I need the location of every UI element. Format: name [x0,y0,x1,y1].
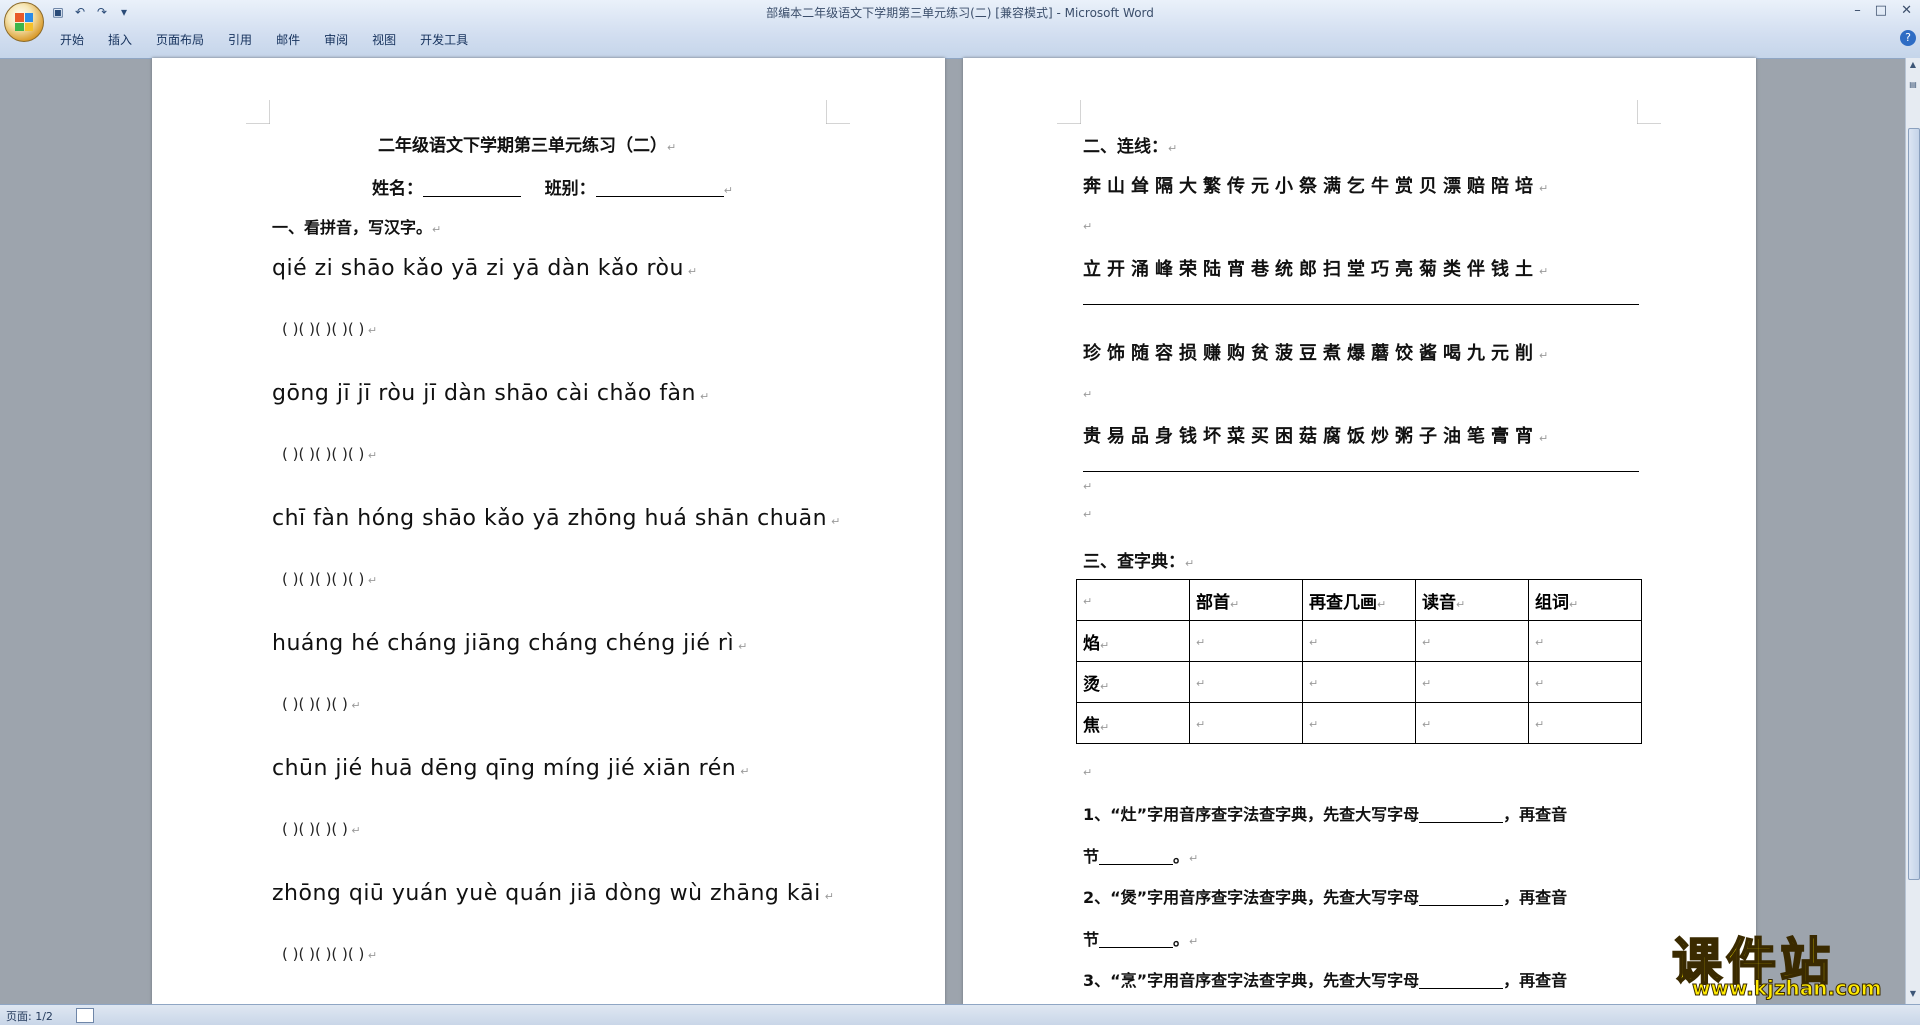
section-heading-3: 三、查字典：↵ [1083,552,1195,572]
class-blank[interactable] [595,179,724,197]
table-cell[interactable]: ↵ [1415,620,1529,662]
name-label: 姓名： [372,179,423,199]
close-icon[interactable]: ✕ [1901,3,1912,18]
minimize-icon[interactable]: – [1854,3,1861,18]
question-2-cont: 节。↵ [1083,930,1199,949]
table-row-label[interactable]: 焰↵ [1076,620,1190,662]
table-cell[interactable]: ↵ [1302,702,1416,744]
class-label: 班别： [544,179,596,199]
paragraph-mark: ↵ [1083,480,1093,493]
question-1: 1、“灶”字用音序查字法查字典，先查大写字母 ，再查音 [1083,805,1568,824]
table-cell[interactable]: ↵ [1415,702,1529,744]
table-cell[interactable]: ↵ [1528,620,1642,662]
answer-parens-row-6[interactable]: ( )( )( )( )( ) ↵ [282,945,377,963]
pinyin-row-4: huáng hé cháng jiāng cháng chéng jié rì … [272,631,748,656]
underline-rule [1083,471,1639,472]
answer-parens-row-4[interactable]: ( )( )( )( ) ↵ [282,695,361,713]
tab-home[interactable]: 开始 [48,28,96,51]
table-cell[interactable]: ↵ [1302,620,1416,662]
paragraph-mark: ↵ [1083,766,1093,779]
tab-developer[interactable]: 开发工具 [408,28,480,51]
watermark-url: www.kjzhan.com [1692,976,1883,1001]
table-row: 焦↵ ↵ ↵ ↵ ↵ [1076,702,1642,744]
matching-line-4: 贵易品身钱坏菜买困菇腐饭炒粥子油笔膏宵↵ [1083,426,1555,447]
pinyin-row-3: chī fàn hóng shāo kǎo yā zhōng huá shān … [272,506,841,531]
table-cell[interactable]: ↵ [1189,620,1303,662]
tab-references[interactable]: 引用 [216,28,264,51]
margin-corner-mark [246,100,270,124]
paragraph-mark: ↵ [1083,508,1093,521]
paragraph-mark: ↵ [1083,220,1093,233]
table-row-label[interactable]: 烫↵ [1076,661,1190,703]
paragraph-mark: ↵ [1083,388,1093,401]
table-header[interactable]: 再查几画↵ [1302,579,1416,621]
proofing-icon[interactable] [76,1008,94,1023]
title-bar: ▣ ↶ ↷ ▾ 部编本二年级语文下学期第三单元练习(二) [兼容模式] - Mi… [0,0,1920,59]
answer-parens-row-1[interactable]: ( )( )( )( )( ) ↵ [282,320,377,338]
pinyin-row-5: chūn jié huā dēng qīng míng jié xiān rén… [272,756,750,781]
margin-corner-mark [826,100,850,124]
table-cell[interactable]: ↵ [1302,661,1416,703]
table-header-row: ↵ 部首↵ 再查几画↵ 读音↵ 组词↵ [1076,579,1642,621]
tab-insert[interactable]: 插入 [96,28,144,51]
table-cell[interactable]: ↵ [1076,579,1190,621]
scroll-thumb[interactable] [1908,128,1920,880]
table-header[interactable]: 组词↵ [1528,579,1642,621]
answer-parens-row-2[interactable]: ( )( )( )( )( ) ↵ [282,445,377,463]
name-blank[interactable] [423,179,521,197]
help-icon[interactable]: ? [1900,30,1916,46]
table-header[interactable]: 部首↵ [1189,579,1303,621]
tab-mailings[interactable]: 邮件 [264,28,312,51]
table-cell[interactable]: ↵ [1189,661,1303,703]
tab-review[interactable]: 审阅 [312,28,360,51]
table-cell[interactable]: ↵ [1415,661,1529,703]
question-3: 3、“烹”字用音序查字法查字典，先查大写字母 ，再查音 [1083,971,1568,990]
answer-blank[interactable] [1099,930,1174,948]
scroll-up-icon[interactable]: ▲ [1907,60,1919,74]
margin-corner-mark [1057,100,1081,124]
answer-blank[interactable] [1419,971,1504,989]
scroll-down-icon[interactable]: ▼ [1907,989,1919,1003]
table-cell[interactable]: ↵ [1189,702,1303,744]
section-heading-2: 二、连线：↵ [1083,137,1178,157]
table-row: 焰↵ ↵ ↵ ↵ ↵ [1076,620,1642,662]
table-cell[interactable]: ↵ [1528,702,1642,744]
answer-blank[interactable] [1419,888,1504,906]
document-page-1[interactable]: 二年级语文下学期第三单元练习（二）↵ 姓名： 班别： ↵ 一、看拼音，写汉字。↵ … [152,58,945,1005]
pinyin-row-1: qié zi shāo kǎo yā zi yā dàn kǎo ròu ↵ [272,256,698,281]
window-controls: – □ ✕ [1854,3,1912,18]
maximize-icon[interactable]: □ [1875,3,1887,18]
dictionary-table: ↵ 部首↵ 再查几画↵ 读音↵ 组词↵ 焰↵ ↵ ↵ ↵ ↵ 烫↵ ↵ ↵ ↵ … [1076,579,1642,744]
matching-line-3: 珍饰随容损赚购贫菠豆煮爆蘑饺酱喝九元削↵ [1083,343,1555,364]
pinyin-row-2: gōng jī jī ròu jī dàn shāo cài chǎo fàn … [272,381,710,406]
page-title: 二年级语文下学期第三单元练习（二）↵ [378,136,677,156]
status-bar: 页面: 1/2 [0,1004,1920,1025]
table-cell[interactable]: ↵ [1528,661,1642,703]
margin-corner-mark [1637,100,1661,124]
matching-line-1: 奔山耸隔大繁传元小祭满乞牛赏贝漂赔陪培↵ [1083,176,1555,197]
name-class-line: 姓名： 班别： ↵ [372,179,733,199]
table-header[interactable]: 读音↵ [1415,579,1529,621]
question-1-cont: 节。↵ [1083,847,1199,866]
answer-parens-row-5[interactable]: ( )( )( )( ) ↵ [282,820,361,838]
answer-parens-row-3[interactable]: ( )( )( )( )( ) ↵ [282,570,377,588]
ribbon-tabs: 开始 插入 页面布局 引用 邮件 审阅 视图 开发工具 [48,28,480,51]
tab-page-layout[interactable]: 页面布局 [144,28,216,51]
ruler-toggle-icon[interactable]: ▤ [1907,80,1919,94]
tab-view[interactable]: 视图 [360,28,408,51]
vertical-scrollbar[interactable]: ▲ ▤ ▼ [1905,58,1920,1005]
document-page-2[interactable]: 二、连线：↵ 奔山耸隔大繁传元小祭满乞牛赏贝漂赔陪培↵ ↵ 立开涌峰荣陆宵巷统郎… [963,58,1756,1005]
pinyin-row-6: zhōng qiū yuán yuè quán jiā dòng wù zhān… [272,881,835,906]
underline-rule [1083,304,1639,305]
matching-line-2: 立开涌峰荣陆宵巷统郎扫堂巧亮菊类伴钱土↵ [1083,259,1555,280]
answer-blank[interactable] [1419,805,1504,823]
window-title: 部编本二年级语文下学期第三单元练习(二) [兼容模式] - Microsoft … [766,6,1154,20]
page-indicator[interactable]: 页面: 1/2 [6,1008,53,1024]
table-row-label[interactable]: 焦↵ [1076,702,1190,744]
question-2: 2、“煲”字用音序查字法查字典，先查大写字母 ，再查音 [1083,888,1568,907]
section-heading-1: 一、看拼音，写汉字。↵ [272,218,442,237]
table-row: 烫↵ ↵ ↵ ↵ ↵ [1076,661,1642,703]
answer-blank[interactable] [1099,847,1174,865]
